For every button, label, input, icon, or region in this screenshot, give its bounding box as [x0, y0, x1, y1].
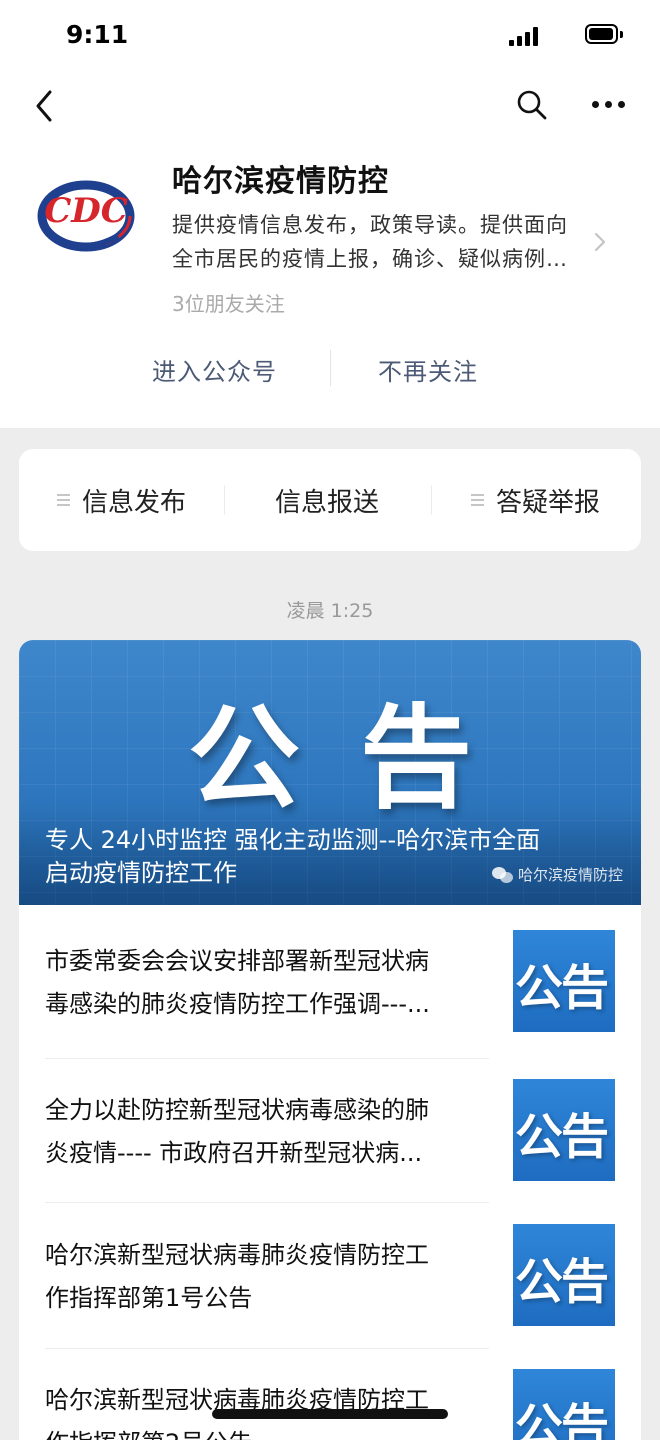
- list-item-thumbnail: 公告: [513, 930, 615, 1032]
- unfollow-button[interactable]: 不再关注: [378, 352, 478, 387]
- list-divider: [45, 1348, 489, 1349]
- action-divider: [330, 350, 331, 386]
- cover-banner-text: 公告: [188, 694, 532, 824]
- hamburger-icon: [57, 493, 70, 507]
- thumbnail-text: 公告: [515, 1109, 609, 1165]
- status-time: 9:11: [66, 20, 129, 49]
- watermark-text: 哈尔滨疫情防控: [517, 866, 623, 884]
- battery-icon: [585, 24, 618, 44]
- account-description: 提供疫情信息发布，政策导读。提供面向 全市居民的疫情上报，确诊、疑似病例…: [172, 208, 587, 276]
- more-icon[interactable]: [592, 100, 626, 110]
- menu-label: 信息报送: [275, 487, 380, 518]
- list-item-title: 全力以赴防控新型冠状病毒感染的肺 炎疫情---- 市政府召开新型冠状病...: [45, 1089, 491, 1175]
- menu-divider: [431, 485, 432, 515]
- list-item[interactable]: 市委常委会会议安排部署新型冠状病 毒感染的肺炎疫情防控工作强调---... 公告: [45, 930, 615, 1050]
- back-icon[interactable]: [32, 88, 60, 124]
- list-item-thumbnail: 公告: [513, 1079, 615, 1181]
- list-divider: [45, 1202, 489, 1203]
- search-icon[interactable]: [516, 89, 548, 121]
- title-line: 作指挥部第1号公告: [45, 1284, 253, 1312]
- article-card: 公告 专人 24小时监控 强化主动监测--哈尔滨市全面 启动疫情防控工作 哈尔滨…: [19, 640, 641, 1440]
- list-item-thumbnail: 公告: [513, 1224, 615, 1326]
- thumbnail-text: 公告: [515, 1254, 609, 1310]
- title-line: 市委常委会会议安排部署新型冠状病: [45, 947, 429, 975]
- home-indicator[interactable]: [212, 1409, 448, 1419]
- menu-divider: [224, 485, 225, 515]
- description-line: 全市居民的疫情上报，确诊、疑似病例…: [172, 247, 568, 271]
- menu-label: 答疑举报: [496, 487, 601, 518]
- hamburger-icon: [471, 493, 484, 507]
- thumbnail-text: 公告: [515, 960, 609, 1016]
- watermark: 哈尔滨疫情防控: [491, 864, 623, 885]
- account-header: 9:11 CDC 哈尔滨疫情防控 提供疫情信息发布，政策导读。提供面向 全市居民…: [0, 0, 660, 428]
- list-item-title: 哈尔滨新型冠状病毒肺炎疫情防控工 作指挥部第1号公告: [45, 1234, 491, 1320]
- description-line: 提供疫情信息发布，政策导读。提供面向: [172, 213, 568, 237]
- battery-cap: [620, 31, 623, 38]
- thumbnail-text: 公告: [515, 1399, 609, 1440]
- list-item[interactable]: 全力以赴防控新型冠状病毒感染的肺 炎疫情---- 市政府召开新型冠状病... 公…: [45, 1079, 615, 1199]
- title-line: 毒感染的肺炎疫情防控工作强调---...: [45, 990, 430, 1018]
- list-item-title: 市委常委会会议安排部署新型冠状病 毒感染的肺炎疫情防控工作强调---...: [45, 940, 491, 1026]
- signal-icon: [509, 27, 541, 46]
- list-item[interactable]: 哈尔滨新型冠状病毒肺炎疫情防控工 作指挥部第1号公告 公告: [45, 1224, 615, 1344]
- svg-text:CDC: CDC: [44, 191, 128, 231]
- message-timestamp: 凌晨 1:25: [286, 600, 374, 622]
- title-line: 炎疫情---- 市政府召开新型冠状病...: [45, 1139, 423, 1167]
- followers-count: 3位朋友关注: [172, 292, 285, 316]
- enter-account-button[interactable]: 进入公众号: [152, 352, 277, 387]
- cover-article[interactable]: 公告 专人 24小时监控 强化主动监测--哈尔滨市全面 启动疫情防控工作 哈尔滨…: [19, 640, 641, 905]
- menu-item-info-release[interactable]: 信息发布: [57, 483, 187, 518]
- list-item-thumbnail: 公告: [513, 1369, 615, 1440]
- list-divider: [45, 1058, 489, 1059]
- menu-item-qa-report[interactable]: 答疑举报: [471, 483, 601, 518]
- cdc-logo: CDC: [37, 180, 135, 252]
- menu-label: 信息发布: [82, 487, 187, 518]
- account-menu: 信息发布 信息报送 答疑举报: [19, 449, 641, 551]
- title-line: 全力以赴防控新型冠状病毒感染的肺: [45, 1096, 429, 1124]
- wechat-icon: [491, 866, 514, 883]
- title-line: 哈尔滨新型冠状病毒肺炎疫情防控工: [45, 1241, 429, 1269]
- title-line: 作指挥部第2号公告: [45, 1422, 491, 1440]
- account-name: 哈尔滨疫情防控: [172, 164, 389, 199]
- chevron-right-icon[interactable]: [593, 232, 607, 252]
- menu-item-info-report[interactable]: 信息报送: [275, 483, 380, 518]
- cover-title-line: 专人 24小时监控 强化主动监测--哈尔滨市全面: [45, 826, 541, 854]
